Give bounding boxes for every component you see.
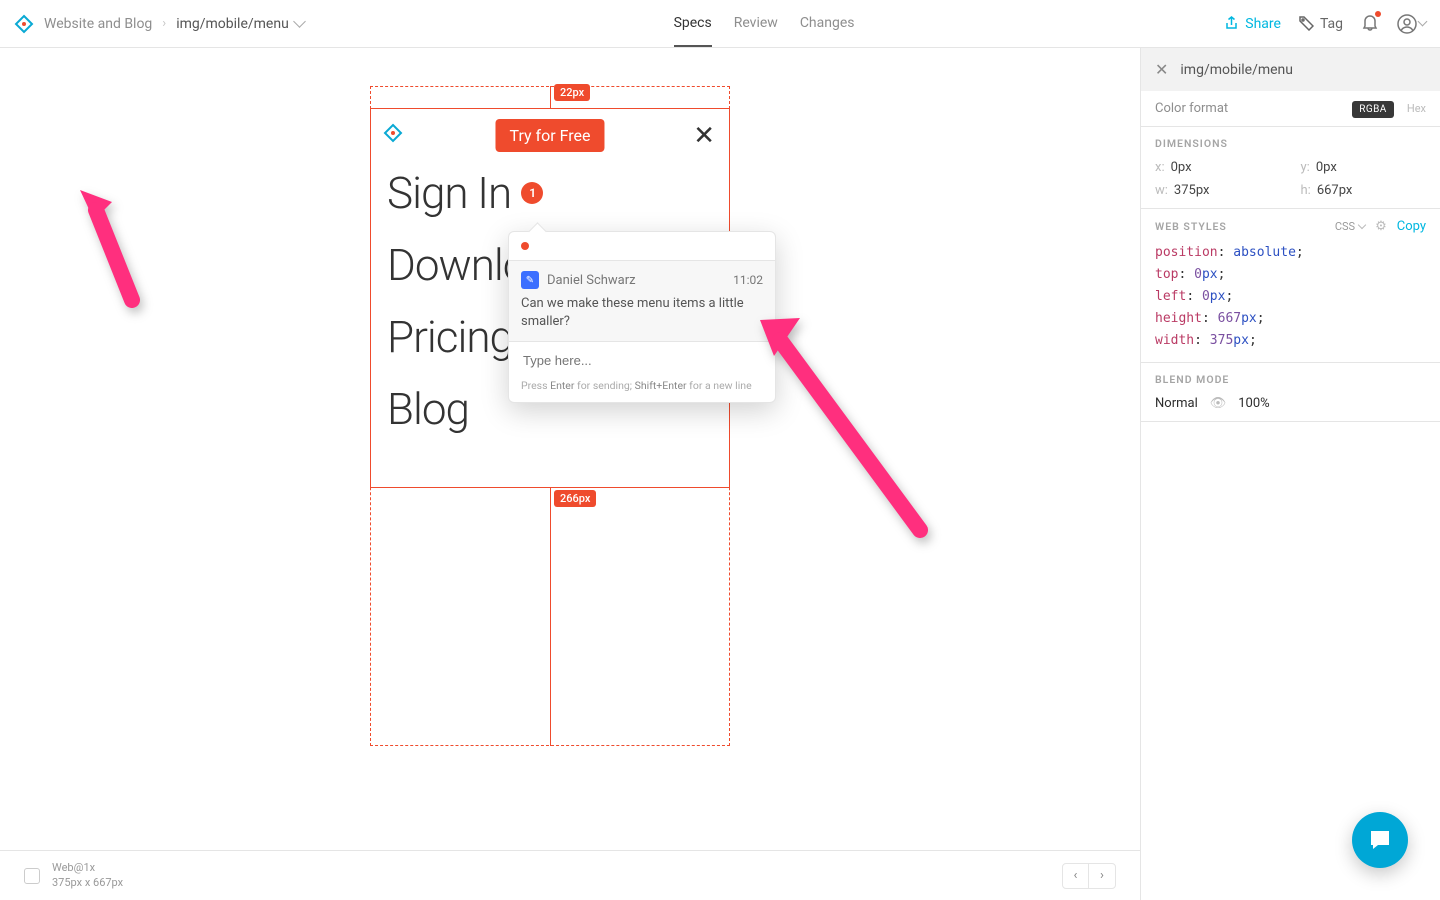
avatar: ✎ (521, 271, 539, 289)
dim-h-label: h: (1301, 183, 1311, 198)
breadcrumb-root[interactable]: Website and Blog (44, 16, 152, 32)
chat-icon (1367, 827, 1393, 853)
app-logo-icon (14, 14, 34, 34)
tag-icon (1299, 16, 1314, 31)
web-styles-section: WEB STYLES CSS ⚙ Copy position: absolute… (1141, 209, 1440, 363)
measure-line-top (550, 86, 551, 108)
app-logo-icon (383, 123, 403, 147)
color-format-label: Color format (1155, 101, 1228, 116)
main-tabs: Specs Review Changes (674, 0, 855, 47)
topbar-actions: Share Tag (1224, 13, 1426, 35)
inspector-title: img/mobile/menu (1180, 62, 1293, 78)
copy-button[interactable]: Copy (1397, 219, 1426, 234)
measure-label-bottom: 266px (554, 490, 596, 507)
tag-label: Tag (1320, 16, 1343, 32)
user-icon (1397, 14, 1417, 34)
status-dot-icon (521, 242, 529, 250)
blend-mode-section: BLEND MODE Normal 👁 100% (1141, 363, 1440, 422)
web-styles-heading: WEB STYLES (1155, 220, 1227, 233)
comment-message: Can we make these menu items a little sm… (521, 295, 763, 331)
chevron-down-icon (293, 15, 306, 28)
comment-reply-input[interactable] (521, 352, 763, 369)
dim-y-label: y: (1301, 160, 1310, 175)
share-label: Share (1245, 16, 1281, 32)
dimensions-heading: DIMENSIONS (1155, 137, 1426, 150)
tab-review[interactable]: Review (734, 0, 778, 47)
color-format-rgba[interactable]: RGBA (1352, 101, 1393, 118)
chevron-right-icon: › (1100, 868, 1104, 883)
breadcrumbs: Website and Blog › img/mobile/menu (14, 14, 304, 34)
color-format-row: Color format RGBA Hex (1141, 91, 1440, 127)
canvas[interactable]: 22px Try for Free ✕ Sign In 1 Downloads … (0, 48, 1140, 860)
eye-icon: 👁 (1210, 396, 1227, 411)
blend-mode-heading: BLEND MODE (1155, 373, 1426, 386)
comment-thread: ✎ Daniel Schwarz 11:02 Can we make these… (509, 261, 775, 341)
topbar: Website and Blog › img/mobile/menu Specs… (0, 0, 1440, 48)
intercom-chat-button[interactable] (1352, 812, 1408, 868)
artboard-info: Web@1x 375px x 667px (52, 861, 123, 890)
artboard[interactable]: 22px Try for Free ✕ Sign In 1 Downloads … (370, 86, 730, 746)
dim-w-value: 375px (1174, 183, 1210, 198)
dim-w-label: w: (1155, 183, 1168, 198)
comment-author: Daniel Schwarz (547, 273, 636, 288)
tab-specs[interactable]: Specs (674, 0, 712, 47)
comment-popover-header (509, 232, 775, 261)
close-icon[interactable]: ✕ (1155, 60, 1168, 79)
menu-item-signin[interactable]: Sign In 1 (371, 157, 729, 229)
color-format-hex[interactable]: Hex (1407, 102, 1426, 115)
notifications-button[interactable] (1361, 13, 1379, 35)
dim-h-value: 667px (1317, 183, 1353, 198)
menu-item-label: Sign In (387, 171, 511, 215)
footer-bar: Web@1x 375px x 667px ‹ › (0, 850, 1140, 900)
comment-hint: Press Enter for sending; Shift+Enter for… (509, 379, 775, 402)
chevron-down-icon (1418, 17, 1428, 27)
dim-x-label: x: (1155, 160, 1165, 175)
opacity-value: 100% (1238, 396, 1269, 411)
breadcrumb-current[interactable]: img/mobile/menu (176, 16, 304, 32)
share-icon (1224, 16, 1239, 31)
breadcrumb-current-label: img/mobile/menu (176, 16, 289, 32)
prev-artboard-button[interactable]: ‹ (1063, 864, 1089, 888)
chevron-down-icon (1358, 220, 1366, 228)
measure-line-bottom (550, 488, 551, 746)
gear-icon[interactable]: ⚙ (1375, 219, 1387, 234)
next-artboard-button[interactable]: › (1089, 864, 1115, 888)
close-icon[interactable]: ✕ (693, 121, 715, 151)
try-for-free-button[interactable]: Try for Free (495, 119, 604, 152)
artboard-nav: ‹ › (1062, 863, 1116, 889)
measure-label-top: 22px (554, 84, 590, 101)
share-button[interactable]: Share (1224, 16, 1281, 32)
dimensions-section: DIMENSIONS x: 0px y: 0px w: 375px h: 667px (1141, 127, 1440, 209)
inspector-panel: ✕ img/mobile/menu Color format RGBA Hex … (1140, 48, 1440, 900)
chevron-left-icon: ‹ (1074, 868, 1078, 883)
tag-button[interactable]: Tag (1299, 16, 1343, 32)
notification-dot-icon (1375, 11, 1381, 17)
account-menu[interactable] (1397, 14, 1426, 34)
mobile-menu-header: Try for Free ✕ (371, 109, 729, 157)
comment-reply-field[interactable] (509, 341, 775, 379)
chevron-right-icon: › (162, 16, 166, 31)
dim-y-value: 0px (1316, 160, 1337, 175)
blend-mode-value: Normal (1155, 396, 1198, 411)
comment-popover: ✎ Daniel Schwarz 11:02 Can we make these… (508, 231, 776, 403)
dim-x-value: 0px (1171, 160, 1192, 175)
css-format-select[interactable]: CSS (1335, 220, 1365, 233)
artboard-size: 375px x 667px (52, 876, 123, 890)
inspector-header: ✕ img/mobile/menu (1141, 48, 1440, 91)
artboard-checkbox[interactable] (24, 868, 40, 884)
comment-count-badge[interactable]: 1 (521, 182, 543, 204)
artboard-name: Web@1x (52, 861, 123, 875)
tab-changes[interactable]: Changes (800, 0, 855, 47)
css-code-block[interactable]: position: absolute; top: 0px; left: 0px;… (1155, 242, 1426, 352)
comment-time: 11:02 (733, 273, 763, 287)
